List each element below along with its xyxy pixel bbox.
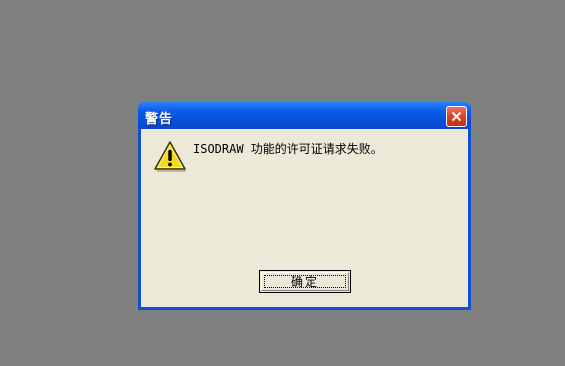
dialog-title: 警告 [145, 112, 174, 127]
warning-icon [154, 141, 186, 172]
dialog-titlebar[interactable]: 警告 [138, 102, 471, 129]
warning-dialog: 警告 ISODRAW 功能的许可证请求失败。 确定 [138, 102, 471, 310]
ok-button-face[interactable]: 确定 [261, 272, 349, 291]
dialog-body: ISODRAW 功能的许可证请求失败。 确定 [141, 129, 468, 307]
ok-button-label: 确定 [290, 275, 319, 289]
close-icon [451, 111, 462, 122]
ok-button[interactable]: 确定 [259, 270, 351, 293]
desktop-background: { "dialog": { "title": "警告", "message": … [0, 0, 565, 366]
dialog-message: ISODRAW 功能的许可证请求失败。 [193, 142, 383, 156]
close-button[interactable] [446, 106, 467, 127]
